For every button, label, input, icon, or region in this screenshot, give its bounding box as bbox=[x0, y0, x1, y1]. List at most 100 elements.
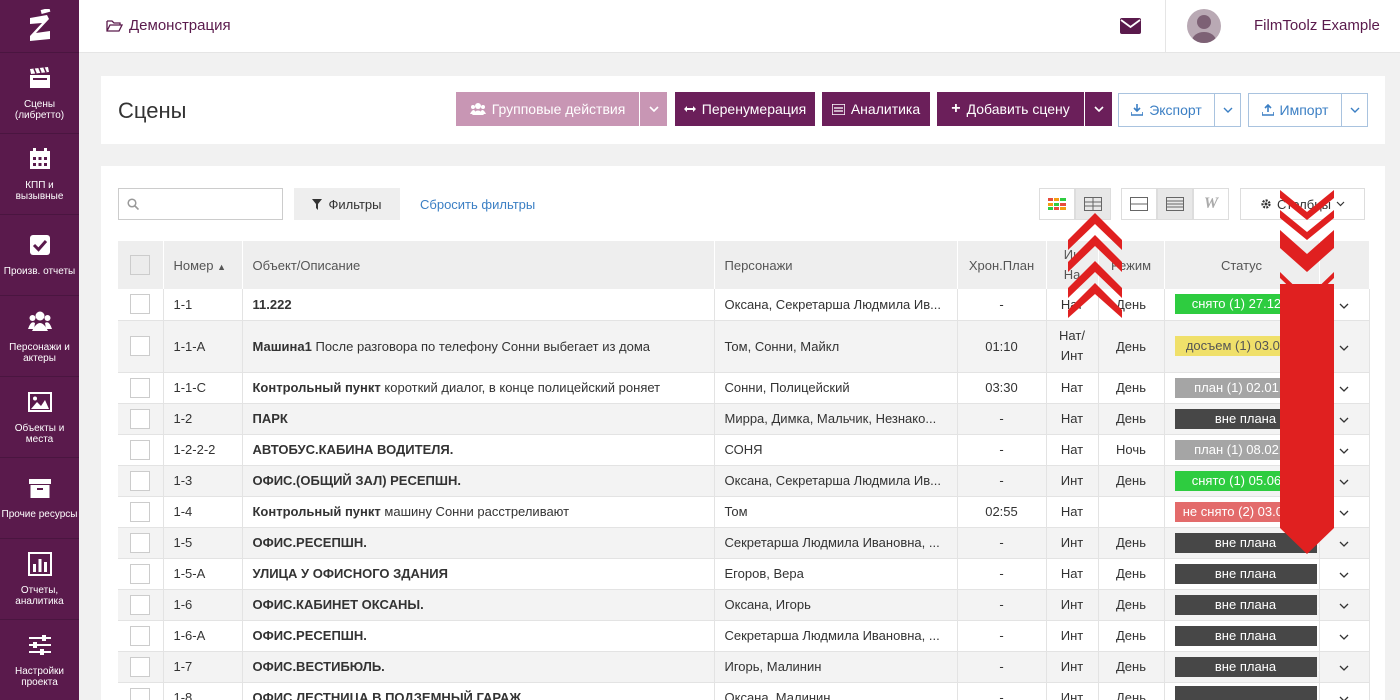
status-badge[interactable]: вне плана bbox=[1174, 625, 1317, 646]
row-checkbox[interactable] bbox=[130, 687, 151, 700]
status-badge[interactable]: вне плана bbox=[1174, 563, 1317, 584]
column-status[interactable]: Статус bbox=[1164, 241, 1320, 289]
status-badge[interactable]: вне плана bbox=[1174, 532, 1317, 553]
row-checkbox[interactable] bbox=[130, 594, 151, 615]
sidebar-item-sliders[interactable]: Настройки проекта bbox=[0, 620, 79, 700]
table-row[interactable]: 1-2 ПАРК Мирра, Димка, Мальчик, Незнако..… bbox=[118, 403, 1370, 435]
search-input[interactable] bbox=[118, 188, 283, 220]
archive-icon bbox=[28, 476, 52, 509]
breadcrumb[interactable]: Демонстрация bbox=[106, 17, 231, 34]
table-row[interactable]: 1-2-2-2 АВТОБУС.КАБИНА ВОДИТЕЛЯ. СОНЯ - Нат… bbox=[118, 434, 1370, 466]
row-expand-cell[interactable] bbox=[1319, 527, 1370, 559]
add-scene-dropdown[interactable] bbox=[1085, 92, 1112, 126]
sidebar-item-bar-chart[interactable]: Отчеты, аналитика bbox=[0, 539, 79, 620]
table-row[interactable]: 1-6-А ОФИС.РЕСЕПШН. Секретарша Людмила Ив… bbox=[118, 620, 1370, 652]
column-object[interactable]: Объект/Описание bbox=[242, 241, 715, 289]
row-expand-cell[interactable] bbox=[1319, 496, 1370, 528]
select-all-checkbox[interactable] bbox=[130, 255, 151, 275]
status-badge[interactable]: план (1) 08.02.18 bbox=[1174, 439, 1317, 460]
word-view-toggle[interactable]: W bbox=[1193, 188, 1229, 220]
app-logo[interactable] bbox=[0, 0, 79, 53]
mail-icon[interactable] bbox=[1120, 18, 1141, 37]
table-row[interactable]: 1-6 ОФИС.КАБИНЕТ ОКСАНЫ. Оксана, Игорь - Ин… bbox=[118, 589, 1370, 621]
filters-button[interactable]: Фильтры bbox=[294, 188, 400, 220]
status-badge[interactable]: вне плана bbox=[1174, 594, 1317, 615]
row-checkbox[interactable] bbox=[130, 470, 151, 491]
table-row[interactable]: 1-1-С Контрольный пункт короткий диалог, … bbox=[118, 372, 1370, 404]
columns-button[interactable]: Столбцы bbox=[1240, 188, 1365, 220]
row-checkbox[interactable] bbox=[130, 625, 151, 646]
reset-filters-link[interactable]: Сбросить фильтры bbox=[420, 197, 535, 212]
table-row[interactable]: 1-4 Контрольный пункт машину Сонни расстр… bbox=[118, 496, 1370, 528]
status-badge[interactable]: вне плана bbox=[1174, 408, 1317, 429]
sidebar-item-checkbox[interactable]: Произв. отчеты bbox=[0, 215, 79, 296]
chevron-down-icon bbox=[1339, 386, 1349, 392]
intnat-value: Инт bbox=[1060, 659, 1084, 674]
row-checkbox[interactable] bbox=[130, 439, 151, 460]
row-checkbox[interactable] bbox=[130, 336, 151, 356]
column-characters[interactable]: Персонажи bbox=[714, 241, 958, 289]
row-checkbox[interactable] bbox=[130, 656, 151, 677]
row-expand-cell[interactable] bbox=[1319, 682, 1370, 700]
row-checkbox[interactable] bbox=[130, 294, 151, 315]
row-checkbox[interactable] bbox=[130, 501, 151, 522]
row-select-cell bbox=[118, 496, 164, 528]
status-badge[interactable]: не снято (2) 03.01.18 bbox=[1174, 501, 1317, 522]
status-badge[interactable]: снято (1) 05.06.18 bbox=[1174, 470, 1317, 491]
sidebar-item-users[interactable]: Персонажи и актеры bbox=[0, 296, 79, 377]
table-view-toggle[interactable] bbox=[1075, 188, 1111, 220]
table-row[interactable]: 1-8 ОФИС.ЛЕСТНИЦА В ПОДЗЕМНЫЙ ГАРАЖ. Окса… bbox=[118, 682, 1370, 700]
row-checkbox[interactable] bbox=[130, 532, 151, 553]
sidebar-item-archive[interactable]: Прочие ресурсы bbox=[0, 458, 79, 539]
group-actions-dropdown[interactable] bbox=[640, 92, 667, 126]
import-button[interactable]: Импорт bbox=[1248, 93, 1342, 127]
table-row[interactable]: 1-3 ОФИС.(ОБЩИЙ ЗАЛ) РЕСЕПШН. Оксана, Сек… bbox=[118, 465, 1370, 497]
scene-number: 1-1-С bbox=[163, 372, 243, 404]
row-expand-cell[interactable] bbox=[1319, 558, 1370, 590]
column-mode[interactable]: Режим bbox=[1098, 241, 1165, 289]
compact-view-toggle[interactable] bbox=[1157, 188, 1193, 220]
status-badge[interactable]: вне плана bbox=[1174, 656, 1317, 677]
group-actions-button[interactable]: Групповые действия bbox=[456, 92, 639, 126]
status-badge[interactable]: досъем (1) 03.01.18 bbox=[1174, 336, 1317, 356]
row-expand-cell[interactable] bbox=[1319, 465, 1370, 497]
sidebar-item-clapperboard[interactable]: Сцены (либретто) bbox=[0, 53, 79, 134]
intnat-value: Инт bbox=[1060, 535, 1084, 550]
renumber-button[interactable]: Перенумерация bbox=[675, 92, 815, 126]
colored-view-toggle[interactable] bbox=[1039, 188, 1075, 220]
row-expand-cell[interactable] bbox=[1319, 434, 1370, 466]
username[interactable]: FilmToolz Example bbox=[1254, 17, 1380, 34]
status-badge[interactable]: снято (1) 27.12.17 bbox=[1174, 294, 1317, 315]
import-dropdown[interactable] bbox=[1341, 93, 1368, 127]
row-expand-cell[interactable] bbox=[1319, 320, 1370, 373]
table-row[interactable]: 1-1 11.222 Оксана, Секретарша Людмила Ив.… bbox=[118, 289, 1370, 321]
analytics-button[interactable]: Аналитика bbox=[822, 92, 930, 126]
status-badge[interactable] bbox=[1174, 686, 1317, 700]
row-expand-cell[interactable] bbox=[1319, 289, 1370, 321]
row-expand-cell[interactable] bbox=[1319, 620, 1370, 652]
table-row[interactable]: 1-7 ОФИС.ВЕСТИБЮЛЬ. Игорь, Малинин - Инт Ден… bbox=[118, 651, 1370, 683]
row-expand-cell[interactable] bbox=[1319, 372, 1370, 404]
table-row[interactable]: 1-1-А Машина1 После разговора по телефону… bbox=[118, 320, 1370, 373]
status-badge[interactable]: план (1) 02.01.18 bbox=[1174, 377, 1317, 398]
sidebar-item-calendar[interactable]: КПП и вызывные bbox=[0, 134, 79, 215]
row-expand-cell[interactable] bbox=[1319, 403, 1370, 435]
column-number[interactable]: Номер ▲ bbox=[163, 241, 243, 289]
add-scene-button[interactable]: + Добавить сцену bbox=[937, 92, 1084, 126]
scene-title: Машина1 bbox=[252, 338, 312, 354]
row-checkbox[interactable] bbox=[130, 408, 151, 429]
row-checkbox[interactable] bbox=[130, 563, 151, 584]
table-row[interactable]: 1-5-А УЛИЦА У ОФИСНОГО ЗДАНИЯ Егоров, Вер… bbox=[118, 558, 1370, 590]
row-expand-cell[interactable] bbox=[1319, 651, 1370, 683]
export-dropdown[interactable] bbox=[1214, 93, 1241, 127]
export-button[interactable]: Экспорт bbox=[1118, 93, 1215, 127]
sidebar-item-image[interactable]: Объекты и места bbox=[0, 377, 79, 458]
table-row[interactable]: 1-5 ОФИС.РЕСЕПШН. Секретарша Людмила Иван… bbox=[118, 527, 1370, 559]
intnat-value: Нат bbox=[1060, 411, 1084, 426]
column-intnat[interactable]: Ин На bbox=[1046, 241, 1099, 289]
row-checkbox[interactable] bbox=[130, 377, 151, 398]
row-expand-cell[interactable] bbox=[1319, 589, 1370, 621]
avatar[interactable] bbox=[1187, 9, 1221, 43]
column-chron[interactable]: Хрон.План bbox=[957, 241, 1047, 289]
split-view-toggle[interactable] bbox=[1121, 188, 1157, 220]
